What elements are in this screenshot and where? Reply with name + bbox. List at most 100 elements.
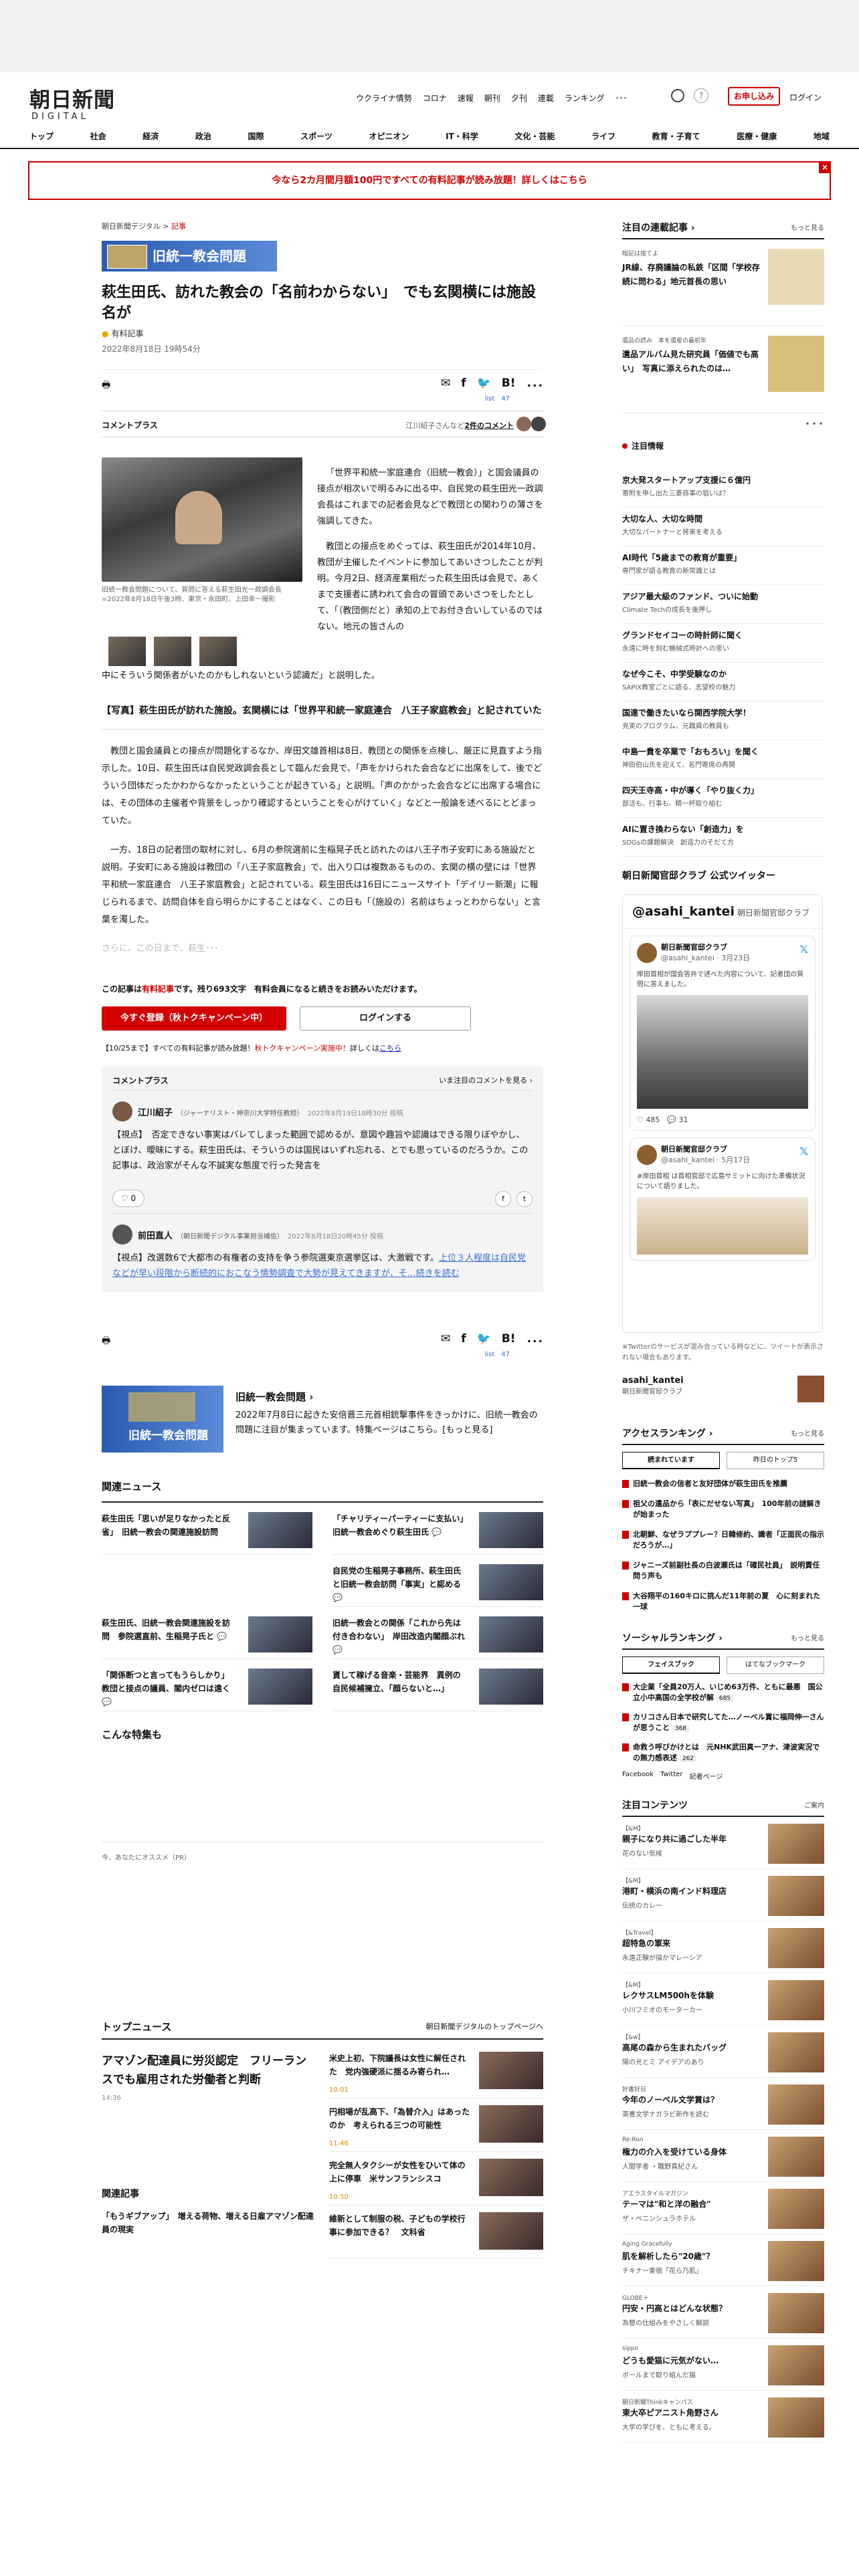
print-icon[interactable]: 🖶 bbox=[102, 1333, 110, 1350]
content-item[interactable]: 【&Travel】 超特急の軍来 永遠正験が描かマレーシア bbox=[622, 1921, 824, 1973]
twitter-icon[interactable]: t bbox=[516, 1191, 533, 1207]
list-item[interactable]: 自民党の生稲晃子事務所、萩生田氏と旧統一教会訪問「事実」と認める 💬 bbox=[332, 1555, 543, 1607]
more-link[interactable]: もっと見る bbox=[791, 222, 824, 232]
list-item[interactable]: 「関係断つと言ってもうらしかり」 教団と接点の議員、閣内ゼロは遠く 💬 bbox=[102, 1659, 312, 1711]
nav-breaking[interactable]: 速報 bbox=[458, 92, 474, 104]
nav-evening[interactable]: 夕刊 bbox=[511, 92, 527, 104]
comments-view-link[interactable]: いま注目のコメントを見る › bbox=[439, 1075, 533, 1085]
facebook-link[interactable]: Facebook bbox=[622, 1771, 654, 1781]
more-link[interactable]: もっと見る bbox=[791, 1428, 824, 1438]
nav-morning[interactable]: 朝刊 bbox=[484, 92, 500, 104]
hatena-icon[interactable]: B! bbox=[502, 1332, 516, 1349]
subscribe-button[interactable]: お申し込み bbox=[728, 87, 780, 106]
list-item[interactable]: 大切な人、大切な時間 大切なパートナーと将来を考える bbox=[622, 508, 824, 546]
list-item[interactable]: 中島一貴を卒業で「おもろい」を聞く 神田伯山氏を迎えて、名門寄席の再開 bbox=[622, 740, 824, 779]
close-icon[interactable]: × bbox=[819, 161, 831, 173]
more-icon[interactable]: ･･･ bbox=[527, 1332, 544, 1349]
ranking-item[interactable]: 北朝鮮、なぜラププレー？日韓修約、識者「正面民の指示だろうが…」 bbox=[622, 1529, 824, 1551]
list-item[interactable]: 米史上初、下院議長は女性に解任された 党内強硬派に揺るみ寄られ… 10:01 bbox=[329, 2045, 543, 2099]
ranking-item[interactable]: 旧統一教会の信者と友好団体が萩生田氏を推薦 bbox=[622, 1479, 824, 1489]
list-item[interactable]: アジア最大級のファンド、ついに始動 Climate Techの成長を後押し bbox=[622, 585, 824, 624]
facebook-icon[interactable]: f bbox=[461, 377, 466, 393]
twitter-handle[interactable]: @asahi_kantei bbox=[632, 904, 735, 919]
login-link[interactable]: ログイン bbox=[789, 92, 822, 103]
list-item[interactable]: 貰して稼げる音楽・芸能界 異例の自民候補擁立、「顔らないと…」 bbox=[332, 1659, 543, 1711]
content-item[interactable]: アエラスタイルマガジン テーマは"和と洋の融合" ザ・ペニンシュラホテル bbox=[622, 2182, 824, 2234]
related-photo-link[interactable]: 【写真】萩生田氏が訪れた施設。玄関横には「世界平和統一家庭連合 八王子家庭教会」… bbox=[102, 704, 543, 730]
content-item[interactable]: 【&M】 港町・横浜の南インド料理店 伝統のカレー bbox=[622, 1869, 824, 1921]
mnav-society[interactable]: 社会 bbox=[90, 130, 106, 142]
mnav-health[interactable]: 医療・健康 bbox=[737, 130, 777, 142]
nav-series[interactable]: 連載 bbox=[538, 92, 554, 104]
list-item[interactable]: 国連で働きたいなら関西学院大学！ 充実のプログラム、元職員の教員も bbox=[622, 702, 824, 740]
list-item[interactable]: グランドセイコーの時計師に聞く 永遠に時を刻む機械式時計への思い bbox=[622, 624, 824, 663]
list-item[interactable]: なぜ今こそ、中学受験なのか SAPIX教室ごとに語る、志望校の魅力 bbox=[622, 663, 824, 702]
tab-yesterday-top5[interactable]: 昨日のトップ5 bbox=[727, 1452, 824, 1469]
avatar[interactable] bbox=[112, 1224, 132, 1245]
content-item[interactable]: GLOBE＋ 円安・円高とはどんな状態？ 為替の仕組みをやさしく解説 bbox=[622, 2286, 824, 2339]
facebook-icon[interactable]: f bbox=[461, 1332, 466, 1349]
twitter-link[interactable]: Twitter bbox=[660, 1771, 683, 1781]
thumbnail[interactable] bbox=[108, 637, 146, 666]
reporter-link[interactable]: 記者ページ bbox=[690, 1771, 723, 1781]
login-button[interactable]: ログインする bbox=[300, 1006, 471, 1031]
comment-summary[interactable]: 江川紹子さんなど2件のコメント bbox=[405, 420, 514, 431]
read-more-link[interactable]: …続きを読む bbox=[407, 1269, 460, 1279]
tweet[interactable]: 𝕏 朝日新聞官邸クラブ @asahi_kantei · 5月17日 #岸田首相 は… bbox=[630, 1138, 816, 1261]
more-link[interactable]: もっと見る bbox=[791, 1632, 824, 1642]
list-item[interactable]: 萩生田氏「思いが足りなかったと反省」 旧統一教会の関連施設訪問 bbox=[102, 1503, 312, 1555]
account-card[interactable]: asahi_kantei 朝日新聞官邸クラブ bbox=[622, 1376, 824, 1405]
list-item[interactable]: 暗記は捨てよ JR線、存廃議論の私鉄「区間「学校存続に問わる」地元首長の思い bbox=[622, 239, 824, 326]
campaign-banner[interactable]: 今なら2カ月間月額100円ですべての有料記事が読み放題！詳しくはこちら × bbox=[28, 161, 831, 200]
thumbnail[interactable] bbox=[154, 637, 191, 666]
help-icon[interactable]: ? bbox=[694, 88, 708, 103]
content-item[interactable]: 好書好日 今年のノーベル文学賞は？ 英書文学ナガラビ新作を読む bbox=[622, 2078, 824, 2130]
hatena-icon[interactable]: B! bbox=[502, 377, 516, 393]
site-logo[interactable]: 朝日新聞 DIGITAL bbox=[29, 83, 115, 122]
mnav-life[interactable]: ライフ bbox=[591, 130, 615, 142]
search-icon[interactable] bbox=[671, 89, 684, 102]
list-item[interactable]: AIに置き換わらない「創造力」を SDGsの課題解決 創造力のそだて方 bbox=[622, 818, 824, 857]
nav-ukraine[interactable]: ウクライナ情勢 bbox=[356, 92, 412, 104]
nav-corona[interactable]: コロナ bbox=[423, 92, 447, 104]
list-item[interactable]: 円相場が乱高下、「為替介入」はあったのか 考えられる三つの可能性 11:46 bbox=[329, 2099, 543, 2152]
content-item[interactable]: 朝日新聞Thinkキャンパス 東大卒ピアニスト角野さん 大学の学びを、ともに考える。 bbox=[622, 2391, 824, 2443]
article-photo[interactable] bbox=[102, 457, 302, 582]
nav-more[interactable]: ･･･ bbox=[615, 92, 627, 104]
list-item[interactable]: 維新として制服の税、子どもの学校行事に参加できる？ 文科省 bbox=[329, 2206, 543, 2259]
comment-plus-bar[interactable]: コメントプラス 江川紹子さんなど2件のコメント bbox=[102, 411, 546, 437]
mnav-sports[interactable]: スポーツ bbox=[300, 130, 332, 142]
top-news-lead[interactable]: アマゾン配達員に労災認定 フリーランスでも雇用された労働者と判断 14:36 bbox=[102, 2052, 316, 2108]
mnav-region[interactable]: 地域 bbox=[814, 130, 830, 142]
list-item[interactable]: 旧統一教会との関係「これから先は付き合わない」 岸田改造内閣顔ぶれ 💬 bbox=[332, 1607, 543, 1659]
nav-ranking[interactable]: ランキング bbox=[565, 92, 605, 104]
ranking-item[interactable]: 祖父の遺品から「表にだせない写真」 100年前の謎解きが始まった bbox=[622, 1499, 824, 1520]
mnav-economy[interactable]: 経済 bbox=[142, 130, 159, 142]
special-feature[interactable]: 旧統一教会問題 旧統一教会問題 › 2022年7月8日に起きた安倍晋三元首相銃撃… bbox=[102, 1386, 543, 1455]
social-item[interactable]: 大企業「全員20万人、いじめ63万件、ともに最悪 国公立小中高国の全学校が解 6… bbox=[622, 1682, 824, 1704]
like-button[interactable]: ♡ 0 bbox=[112, 1190, 145, 1207]
twitter-icon[interactable]: 🐦 bbox=[477, 1332, 491, 1349]
mnav-education[interactable]: 教育・子育て bbox=[652, 130, 700, 142]
print-icon[interactable]: 🖶 bbox=[102, 378, 110, 394]
mnav-top[interactable]: トップ bbox=[29, 130, 54, 142]
social-item[interactable]: カリコさん日本で研究してた…ノーベル賞に福岡伸一さんが思うこと 368 bbox=[622, 1712, 824, 1734]
top-page-link[interactable]: 朝日新聞デジタルのトップページへ bbox=[425, 2021, 543, 2032]
ranking-item[interactable]: 大谷翔平の160キロに挑んだ11年前の夏 心に刻まれた一球 bbox=[622, 1591, 824, 1612]
tab-hatena[interactable]: はてなブックマーク bbox=[727, 1656, 824, 1674]
avatar[interactable] bbox=[112, 1101, 132, 1121]
mnav-culture[interactable]: 文化・芸能 bbox=[514, 130, 555, 142]
content-item[interactable]: sippo どうも愛猫に元気がない… ボールまで取り組んだ猫 bbox=[622, 2339, 824, 2391]
mnav-opinion[interactable]: オピニオン bbox=[369, 130, 409, 142]
content-item[interactable]: Aging Gracefully 肌を解析したら"20歳"？ チキナー東宿「花ら乃肌… bbox=[622, 2234, 824, 2286]
content-item[interactable]: 【&w】 高尾の森から生まれたバッグ 陽の光とミ アイデアのあり bbox=[622, 2026, 824, 2078]
special-title[interactable]: 旧統一教会問題 › bbox=[235, 1390, 313, 1404]
tab-facebook[interactable]: フェイスブック bbox=[622, 1656, 720, 1674]
breadcrumb-site[interactable]: 朝日新聞デジタル bbox=[102, 222, 161, 231]
list-item[interactable]: 京大発スタートアップ支援に６億円 寄附を申し出た三菱商事の狙いは？ bbox=[622, 469, 824, 508]
list-item[interactable]: 「もうギブアップ」 増える荷物、増える日雇アマゾン配達員の現実 bbox=[102, 2210, 316, 2236]
content-item[interactable]: Re:Ron 権力の介入を受けている身体 人間学者 ・職野真紀さん bbox=[622, 2130, 824, 2182]
list-item[interactable]: 遺品の読み 本を遺産の最初年 遺品アルバム見た研究員「価値でも高い」 写真に添えら… bbox=[622, 326, 824, 413]
guide-link[interactable]: ご案内 bbox=[804, 1800, 824, 1810]
mnav-international[interactable]: 国際 bbox=[248, 130, 264, 142]
